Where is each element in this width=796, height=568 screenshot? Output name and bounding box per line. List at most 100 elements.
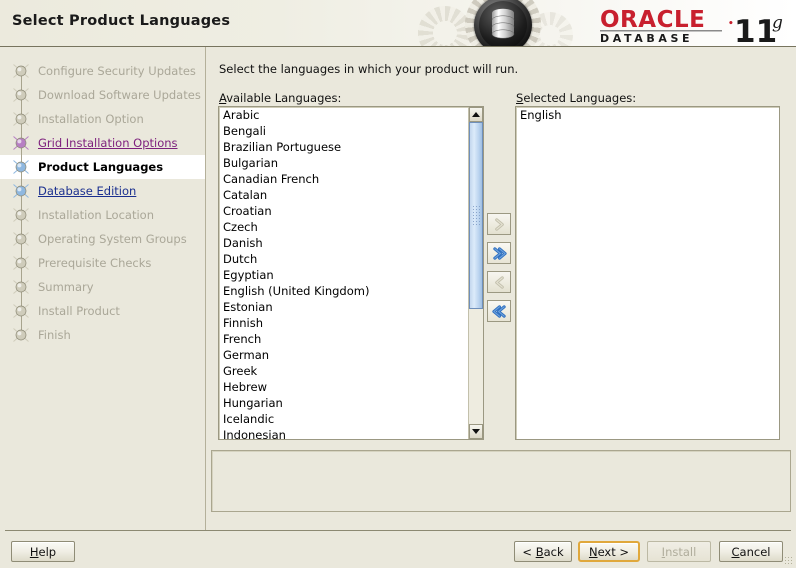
svg-text:ORACLE: ORACLE (600, 7, 705, 33)
sidebar-item-installation-location: Installation Location (0, 203, 205, 227)
install-steps-list: Configure Security Updates Download Softw… (0, 59, 205, 347)
sidebar-item-finish: Finish (0, 323, 205, 347)
svg-text:g: g (772, 13, 783, 33)
svg-text:•: • (728, 19, 734, 29)
available-language-item[interactable]: Estonian (219, 299, 468, 315)
available-language-item[interactable]: Hebrew (219, 379, 468, 395)
help-button[interactable]: Help (11, 541, 75, 562)
selected-label-rest: elected Languages: (523, 91, 637, 105)
install-button: Install (647, 541, 711, 562)
scrollbar-thumb[interactable] (469, 122, 483, 310)
cancel-button[interactable]: Cancel (719, 541, 783, 562)
available-language-item[interactable]: Croatian (219, 203, 468, 219)
message-panel (211, 450, 791, 512)
node-icon (13, 256, 29, 270)
available-language-item[interactable]: German (219, 347, 468, 363)
next-button[interactable]: Next > (578, 541, 640, 562)
sidebar-item-label: Finish (38, 328, 71, 342)
sidebar-item-label: Summary (38, 280, 94, 294)
selected-languages-items[interactable]: English (516, 107, 779, 439)
scroll-up-button[interactable] (469, 107, 483, 122)
back-button-label: < Back (522, 544, 564, 559)
window-header: Select Product Languages ORACLE • DATABA… (0, 0, 796, 47)
available-language-item[interactable]: Hungarian (219, 395, 468, 411)
sidebar-item-prerequisite-checks: Prerequisite Checks (0, 251, 205, 275)
available-language-item[interactable]: Brazilian Portuguese (219, 139, 468, 155)
sidebar-item-label: Installation Option (38, 112, 144, 126)
move-all-right-button[interactable] (487, 242, 511, 264)
chevron-right-icon (494, 217, 504, 231)
available-language-item[interactable]: Arabic (219, 107, 468, 123)
sidebar-item-label: Database Edition (38, 184, 137, 198)
node-icon (13, 184, 29, 198)
double-chevron-right-icon (492, 246, 507, 260)
chevron-left-icon (494, 275, 504, 289)
node-icon (13, 280, 29, 294)
available-language-item[interactable]: Greek (219, 363, 468, 379)
sidebar-item-product-languages[interactable]: Product Languages (0, 155, 205, 179)
node-icon (13, 88, 29, 102)
available-language-item[interactable]: Icelandic (219, 411, 468, 427)
available-language-item[interactable]: Bulgarian (219, 155, 468, 171)
available-languages-listbox[interactable]: Arabic Bengali Brazilian Portuguese Bulgari… (218, 106, 484, 440)
database-cylinder-icon (491, 8, 515, 39)
node-icon (13, 232, 29, 246)
node-icon (13, 64, 29, 78)
back-button-mnemonic: B (535, 544, 544, 559)
triangle-down-icon (472, 429, 480, 434)
node-icon (13, 328, 29, 342)
available-language-item[interactable]: Czech (219, 219, 468, 235)
node-icon (13, 304, 29, 318)
available-language-item[interactable]: French (219, 331, 468, 347)
available-language-item[interactable]: Danish (219, 235, 468, 251)
svg-text:11: 11 (734, 14, 777, 44)
available-language-item[interactable]: Bengali (219, 123, 468, 139)
available-language-item[interactable]: Finnish (219, 315, 468, 331)
available-languages-items[interactable]: Arabic Bengali Brazilian Portuguese Bulgari… (219, 107, 468, 439)
install-steps-sidebar: Configure Security Updates Download Softw… (0, 47, 205, 530)
transfer-buttons-group (487, 213, 513, 329)
gear-decoration-left (418, 6, 472, 47)
selected-languages-listbox[interactable]: English (515, 106, 780, 440)
sidebar-item-database-edition[interactable]: Database Edition (0, 179, 205, 203)
sidebar-item-label: Configure Security Updates (38, 64, 196, 78)
selected-languages-label: Selected Languages: (516, 91, 636, 105)
move-left-button (487, 271, 511, 293)
instruction-text: Select the languages in which your produ… (219, 62, 519, 76)
scrollbar-track[interactable] (469, 122, 483, 424)
back-button[interactable]: < Back (514, 541, 572, 562)
sidebar-item-label: Grid Installation Options (38, 136, 178, 150)
double-chevron-left-icon (491, 304, 506, 318)
resize-grip-icon[interactable] (784, 556, 794, 566)
move-right-button (487, 213, 511, 235)
install-button-mnemonic: I (661, 544, 666, 559)
install-button-label: Install (661, 544, 697, 559)
sidebar-item-label: Install Product (38, 304, 120, 318)
next-button-label: Next > (588, 544, 630, 559)
sidebar-item-label: Prerequisite Checks (38, 256, 152, 270)
move-all-left-button[interactable] (487, 300, 511, 322)
oracle-logo: ORACLE • DATABASE 11 g (600, 7, 783, 44)
cancel-button-label: Cancel (731, 544, 771, 559)
scrollbar-grip-icon (472, 204, 481, 227)
available-languages-scrollbar[interactable] (468, 107, 483, 439)
sidebar-item-installation-option: Installation Option (0, 107, 205, 131)
available-language-item[interactable]: English (United Kingdom) (219, 283, 468, 299)
available-language-item[interactable]: Dutch (219, 251, 468, 267)
triangle-up-icon (472, 112, 480, 117)
sidebar-item-configure-security-updates: Configure Security Updates (0, 59, 205, 83)
selected-language-item[interactable]: English (516, 107, 779, 123)
sidebar-item-operating-system-groups: Operating System Groups (0, 227, 205, 251)
sidebar-item-grid-installation-options[interactable]: Grid Installation Options (0, 131, 205, 155)
node-icon (13, 160, 29, 174)
available-languages-label: Available Languages: (219, 91, 341, 105)
available-language-item[interactable]: Indonesian (219, 427, 468, 439)
next-button-mnemonic: N (588, 544, 598, 559)
scroll-down-button[interactable] (469, 424, 483, 439)
available-language-item[interactable]: Egyptian (219, 267, 468, 283)
available-language-item[interactable]: Catalan (219, 187, 468, 203)
page-title: Select Product Languages (12, 13, 231, 29)
main-content: Select the languages in which your produ… (206, 47, 796, 530)
sidebar-item-label: Installation Location (38, 208, 154, 222)
available-language-item[interactable]: Canadian French (219, 171, 468, 187)
